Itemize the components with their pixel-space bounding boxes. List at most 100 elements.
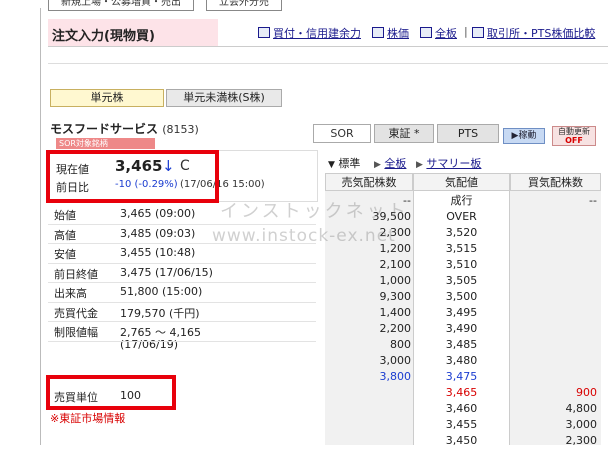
move-button[interactable]: ▶稼動	[503, 128, 545, 144]
board-buy-qty	[510, 241, 597, 257]
quote-value: 3,465 (09:00)	[120, 207, 196, 220]
sell-qty-header: 売気配株数	[325, 173, 413, 191]
board-view-full[interactable]: ▶ 全板	[374, 155, 406, 171]
board-view-summary[interactable]: ▶ サマリー板	[416, 155, 481, 171]
market-pts[interactable]: PTS	[437, 124, 499, 143]
board-view-full-label: 全板	[384, 157, 407, 170]
market-info-note: ※東証市場情報	[50, 412, 126, 425]
board-sell-qty	[325, 385, 411, 401]
auto-update-state: OFF	[565, 136, 583, 145]
board-price[interactable]: OVER	[413, 209, 510, 225]
board-buy-qty	[510, 369, 597, 385]
board-price[interactable]: 3,490	[413, 321, 510, 337]
board-price[interactable]: 3,480	[413, 353, 510, 369]
triangle-right-icon: ▶	[416, 160, 423, 170]
auto-update-label: 自動更新	[558, 127, 590, 136]
tool-buying-power-label: 買付・信用建余力	[273, 27, 361, 40]
quote-value: 179,570 (千円)	[120, 306, 200, 320]
board-sell-qty	[325, 401, 411, 417]
buy-qty-header: 買気配株数	[510, 173, 601, 191]
quote-label: 出来高	[54, 287, 87, 300]
board-buy-qty	[510, 321, 597, 337]
window-icon	[472, 27, 484, 38]
board-buy-qty	[510, 209, 597, 225]
highlight-box-current	[46, 150, 219, 203]
board-sell-qty: 2,200	[379, 322, 412, 335]
board-price[interactable]: 3,515	[413, 241, 510, 257]
board-buy-qty	[510, 257, 597, 273]
board-price[interactable]: 3,455	[413, 417, 510, 433]
board-price[interactable]: 3,510	[413, 257, 510, 273]
board-view-summary-label: サマリー板	[426, 157, 482, 170]
tab-odd-lot[interactable]: 単元未満株(S株)	[166, 89, 282, 107]
board-buy-qty: 4,800	[565, 402, 598, 415]
quote-label: 高値	[54, 228, 76, 242]
board-buy-qty	[510, 337, 597, 353]
board-sell-qty: 1,400	[379, 306, 412, 319]
page-title: 注文入力(現物買)	[52, 29, 155, 44]
board-price[interactable]: 3,505	[413, 273, 510, 289]
triangle-down-icon: ▼	[328, 160, 335, 170]
window-icon	[372, 27, 384, 38]
tool-full-board[interactable]: 全板	[420, 25, 457, 41]
quote-label: 制限値幅	[54, 326, 98, 339]
board-sell-qty: 2,100	[379, 258, 412, 271]
board-price[interactable]: 3,500	[413, 289, 510, 305]
market-tse[interactable]: 東証 *	[374, 124, 434, 143]
quote-row-divider	[48, 321, 316, 322]
quote-value: 3,475 (17/06/15)	[120, 265, 213, 279]
board-sell-qty: 800	[390, 338, 411, 351]
board-sell-qty	[325, 433, 411, 449]
quote-label: 始値	[54, 209, 76, 222]
quote-label: 売買代金	[54, 306, 98, 320]
board-price[interactable]: 3,495	[413, 305, 510, 321]
board-buy-qty	[510, 273, 597, 289]
quote-label: 安値	[54, 248, 76, 261]
board-sell-qty	[325, 417, 411, 433]
board-price[interactable]: 3,460	[413, 401, 510, 417]
stock-code: (8153)	[162, 123, 199, 136]
board-price[interactable]: 3,520	[413, 225, 510, 241]
quote-value: 3,485 (09:03)	[120, 226, 196, 240]
quote-row-divider	[48, 301, 316, 303]
board-price[interactable]: 3,485	[413, 337, 510, 353]
board-buy-qty	[510, 305, 597, 321]
board-price[interactable]: 成行	[413, 193, 510, 209]
quote-label: 前日終値	[54, 267, 98, 281]
calculator-icon	[258, 27, 270, 38]
sor-badge: SOR対象銘柄	[56, 138, 155, 149]
board-sell-qty: 9,300	[379, 290, 412, 303]
board-view-standard[interactable]: ▼ 標準	[328, 155, 360, 171]
auto-update-button[interactable]: 自動更新 OFF	[552, 126, 596, 146]
tool-buying-power[interactable]: 買付・信用建余力	[258, 25, 361, 41]
stock-name-text: モスフードサービス	[50, 122, 159, 136]
market-sor[interactable]: SOR	[313, 124, 371, 143]
board-buy-qty	[510, 353, 597, 369]
board-price[interactable]: 3,475	[413, 369, 510, 385]
board-buy-qty: 2,300	[565, 434, 598, 447]
tab-unit-stock[interactable]: 単元株	[50, 89, 164, 107]
board-buy-qty	[510, 289, 597, 305]
triangle-right-icon: ▶	[374, 160, 381, 170]
tool-exchange-compare-label: 取引所・PTS株価比較	[487, 27, 596, 40]
board-price[interactable]: 3,465	[413, 385, 510, 401]
watermark-url: www.instock-ex.net	[212, 226, 396, 246]
stock-name: モスフードサービス (8153)	[50, 120, 199, 137]
board-view-standard-label: 標準	[338, 157, 361, 170]
highlight-box-unit	[46, 375, 176, 410]
board-sell-qty: 3,800	[379, 370, 412, 383]
quote-row-divider	[48, 282, 316, 283]
quote-row-divider	[48, 340, 316, 342]
quote-value: 51,800 (15:00)	[120, 285, 203, 298]
tool-exchange-compare[interactable]: 取引所・PTS株価比較	[472, 25, 595, 41]
board-buy-qty	[510, 225, 597, 241]
board-price[interactable]: 3,450	[413, 433, 510, 449]
board-buy-qty: 900	[576, 386, 597, 399]
quote-row-divider	[48, 262, 316, 264]
board-buy-qty: 3,000	[565, 418, 598, 431]
tool-full-board-label: 全板	[435, 27, 457, 40]
window-icon	[420, 27, 432, 38]
header-divider	[48, 46, 608, 47]
board-buy-qty: --	[589, 194, 597, 207]
tool-stock-price[interactable]: 株価	[372, 25, 409, 41]
